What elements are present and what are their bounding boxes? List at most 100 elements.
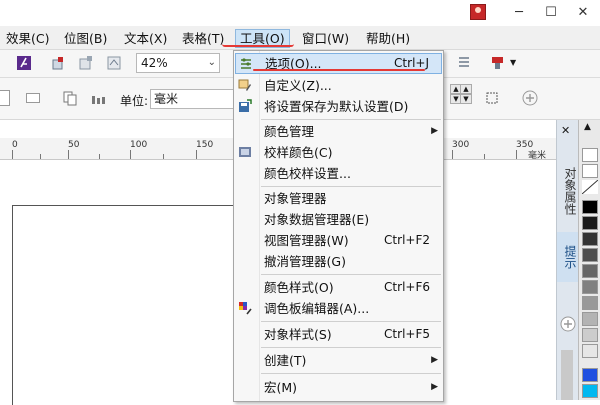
menu-text[interactable]: 文本(X) [120, 29, 171, 48]
title-bar: ─ ☐ ✕ [0, 0, 600, 26]
menu-item-proof-settings[interactable]: 颜色校样设置... [235, 163, 442, 184]
menu-item-palette-editor[interactable]: 调色板编辑器(A)... [235, 298, 442, 319]
proof-color-icon [239, 147, 251, 157]
menu-bar: 效果(C) 位图(B) 文本(X) 表格(T) 工具(O) 窗口(W) 帮助(H… [0, 26, 600, 50]
maximize-button[interactable]: ☐ [540, 4, 562, 22]
current-page-icon[interactable] [90, 90, 106, 106]
user-avatar-icon[interactable] [470, 4, 486, 20]
menu-table[interactable]: 表格(T) [178, 29, 228, 48]
unit-select[interactable]: 毫米 [150, 89, 236, 109]
options-icon [241, 58, 251, 69]
add-docker-icon[interactable] [560, 316, 576, 332]
menu-item-color-management[interactable]: 颜色管理 ▶ [235, 121, 442, 142]
ruler-label: 100 [130, 140, 148, 150]
color-palette: ▲ [578, 120, 600, 400]
color-swatch[interactable] [582, 232, 598, 246]
menu-help[interactable]: 帮助(H) [362, 29, 414, 48]
color-swatch[interactable] [582, 200, 598, 214]
launch-dropdown-icon[interactable]: ▼ [510, 58, 516, 67]
menu-item-save-default[interactable]: 将设置保存为默认设置(D) [235, 96, 442, 117]
docker-panel: ✕ 对象属性 提示 [556, 120, 579, 400]
portrait-icon[interactable] [0, 90, 10, 106]
menu-item-object-manager[interactable]: 对象管理器 [235, 188, 442, 209]
app-launcher-icon[interactable] [106, 55, 122, 71]
menu-separator [261, 373, 441, 374]
docker-scrollbar[interactable] [561, 350, 573, 400]
menu-item-undo-manager[interactable]: 撤消管理器(G) [235, 251, 442, 272]
color-swatch[interactable] [582, 384, 598, 398]
menu-item-color-styles[interactable]: 颜色样式(O) Ctrl+F6 [235, 277, 442, 298]
submenu-arrow-icon: ▶ [431, 382, 438, 392]
ruler-tick [40, 154, 41, 159]
transform-icon[interactable] [484, 90, 500, 106]
menu-separator [261, 347, 441, 348]
color-swatch[interactable] [582, 248, 598, 262]
menu-item-view-manager[interactable]: 视图管理器(W) Ctrl+F2 [235, 230, 442, 251]
tab-object-properties[interactable]: 对象属性 [557, 146, 579, 236]
zoom-level-value: 42% [141, 56, 168, 70]
ruler-label: 50 [68, 140, 80, 150]
ruler-label: 300 [452, 140, 470, 150]
menu-item-customize[interactable]: 自定义(Z)... [235, 75, 442, 96]
import-icon[interactable] [50, 55, 66, 71]
ruler-tick [196, 150, 197, 159]
zoom-level-select[interactable]: 42% ⌄ [136, 53, 220, 73]
submenu-arrow-icon: ▶ [431, 355, 438, 365]
menu-effects[interactable]: 效果(C) [2, 29, 53, 48]
unit-label: 单位: [120, 94, 149, 108]
menu-separator [261, 321, 441, 322]
ruler-tick [452, 150, 453, 159]
color-swatch[interactable] [582, 280, 598, 294]
menu-item-proof-colors[interactable]: 校样颜色(C) [235, 142, 442, 163]
menu-separator [261, 119, 441, 120]
unit-value: 毫米 [154, 92, 179, 106]
color-swatch[interactable] [582, 148, 598, 162]
menu-item-macros[interactable]: 宏(M) ▶ [235, 377, 442, 398]
ruler-tick [12, 150, 13, 159]
tab-hints[interactable]: 提示 [557, 232, 579, 282]
color-swatch[interactable] [582, 216, 598, 230]
palette-scroll-up-icon[interactable]: ▲ [584, 122, 591, 132]
menu-bitmap[interactable]: 位图(B) [60, 29, 111, 48]
ruler-label: 0 [12, 140, 18, 150]
chevron-down-icon: ⌄ [207, 57, 216, 68]
color-swatch[interactable] [582, 344, 598, 358]
color-swatch[interactable] [582, 296, 598, 310]
color-swatch[interactable] [582, 264, 598, 278]
save-settings-icon [239, 99, 252, 112]
landscape-icon[interactable] [26, 93, 40, 103]
minimize-button[interactable]: ─ [508, 4, 530, 22]
color-swatch[interactable] [582, 328, 598, 342]
no-fill-swatch[interactable] [581, 179, 599, 195]
color-swatch[interactable] [582, 312, 598, 326]
menu-item-object-styles[interactable]: 对象样式(S) Ctrl+F5 [235, 324, 442, 345]
spin-down-2-icon[interactable]: ▼ [460, 94, 472, 104]
spin-up-2-icon[interactable]: ▲ [460, 84, 472, 94]
color-swatch[interactable] [582, 368, 598, 382]
menu-window[interactable]: 窗口(W) [298, 29, 353, 48]
menu-separator [261, 274, 441, 275]
ruler-tick [163, 154, 164, 159]
page-border [12, 205, 242, 405]
ruler-label: 150 [196, 140, 214, 150]
menu-item-create[interactable]: 创建(T) ▶ [235, 350, 442, 371]
ruler-tick [68, 150, 69, 159]
publish-pdf-icon[interactable] [16, 55, 32, 71]
ruler-tick [516, 150, 517, 159]
submenu-arrow-icon: ▶ [431, 126, 438, 136]
menu-item-object-data-manager[interactable]: 对象数据管理器(E) [235, 209, 442, 230]
all-pages-icon[interactable] [62, 90, 78, 106]
launch-icon[interactable] [490, 55, 506, 71]
menu-separator [261, 186, 441, 187]
customize-icon [238, 79, 251, 91]
close-button[interactable]: ✕ [572, 4, 594, 22]
snap-icon[interactable] [456, 55, 472, 71]
ruler-tick [99, 154, 100, 159]
color-swatch[interactable] [582, 164, 598, 178]
close-docker-icon[interactable]: ✕ [561, 124, 570, 137]
annotation-underline [222, 44, 294, 47]
add-icon[interactable] [522, 90, 538, 106]
tools-menu-dropdown: 选项(O)... Ctrl+J 自定义(Z)... 将设置保存为默认设置(D) … [233, 50, 444, 402]
ruler-tick [130, 150, 131, 159]
export-icon[interactable] [78, 55, 94, 71]
